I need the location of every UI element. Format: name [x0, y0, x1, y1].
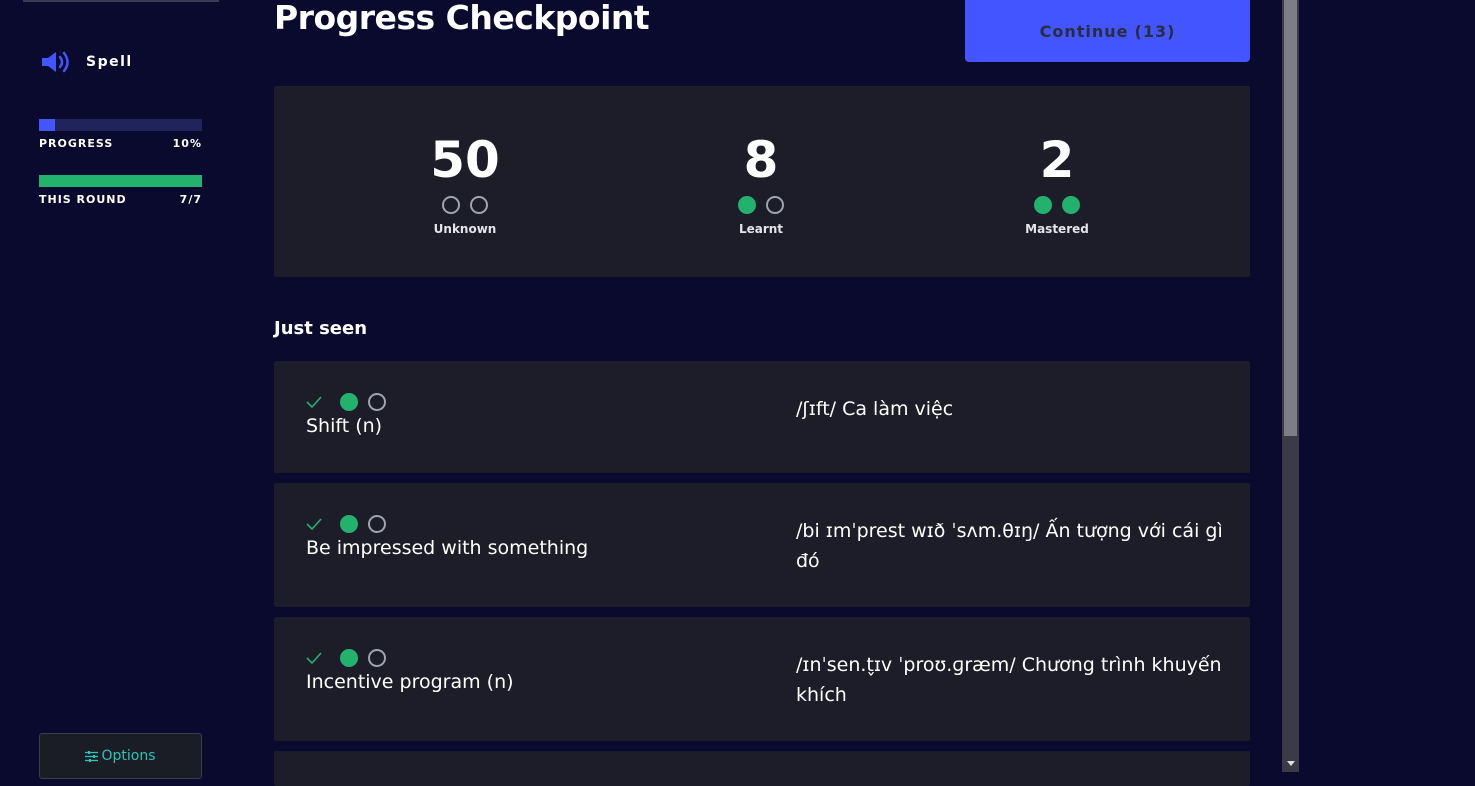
unknown-caption: Unknown — [433, 222, 497, 236]
sliders-icon — [85, 750, 99, 762]
mastery-dot-empty — [368, 393, 386, 411]
unknown-dots — [365, 196, 565, 214]
term-status — [306, 649, 386, 667]
progress-label: PROGRESS — [39, 137, 114, 150]
mode-label: Spell — [86, 54, 133, 70]
term-card-partial — [274, 751, 1250, 786]
mastery-dot-filled — [1034, 196, 1052, 214]
page-title: Progress Checkpoint — [274, 0, 650, 37]
scroll-down-arrow[interactable] — [1282, 755, 1299, 772]
round-bar-fill — [39, 175, 202, 187]
round-bar — [39, 175, 202, 187]
term-status — [306, 393, 386, 411]
mastery-dot-filled — [1062, 196, 1080, 214]
term-text: Incentive program (n) — [306, 671, 514, 693]
options-button[interactable]: Options — [39, 733, 202, 779]
mastery-dot-empty — [442, 196, 460, 214]
continue-count: (13) — [1134, 21, 1176, 41]
mastery-dot-empty — [368, 649, 386, 667]
progress-bar-fill — [39, 119, 56, 131]
sidebar-divider — [23, 0, 219, 2]
mastery-dot-empty — [766, 196, 784, 214]
check-icon — [306, 652, 322, 665]
unknown-count: 50 — [430, 131, 500, 189]
progress-bar — [39, 119, 202, 131]
mastered-count: 2 — [1039, 131, 1075, 189]
vertical-scrollbar[interactable] — [1282, 0, 1299, 772]
round-row: THIS ROUND 7/7 — [39, 193, 202, 206]
term-definition: /ɪnˈsen.t̬ɪv ˈproʊ.ɡræm/ Chương trình kh… — [796, 654, 1222, 706]
scrollbar-thumb[interactable] — [1284, 0, 1297, 436]
term-dots — [340, 649, 386, 667]
term-text: Be impressed with something — [306, 537, 589, 559]
sidebar: Spell PROGRESS 10% THIS ROUND 7/7 Option… — [0, 0, 240, 786]
learnt-count: 8 — [743, 131, 779, 189]
learnt-caption: Learnt — [738, 222, 784, 236]
check-icon — [306, 396, 322, 409]
mastery-dot-empty — [368, 515, 386, 533]
progress-summary: 50 Unknown 8 Learnt 2 Mastered — [274, 86, 1250, 277]
term-dots — [340, 393, 386, 411]
mastery-dot-filled — [340, 649, 358, 667]
mastered-dots — [957, 196, 1157, 214]
learnt-dots — [661, 196, 861, 214]
round-label: THIS ROUND — [39, 193, 127, 206]
mastery-dot-empty — [470, 196, 488, 214]
mastery-dot-filled — [340, 393, 358, 411]
term-definition: /bi ɪmˈprest wɪð ˈsʌm.θɪŋ/ Ấn tượng với … — [796, 520, 1223, 572]
section-heading: Just seen — [274, 318, 368, 339]
check-icon — [306, 518, 322, 531]
round-value: 7/7 — [179, 193, 202, 206]
term-card: Shift (n) /ʃɪft/ Ca làm việc — [274, 361, 1250, 473]
continue-label: Continue — [1039, 21, 1129, 41]
main-content: Progress Checkpoint Continue (13) 50 Unk… — [274, 0, 1250, 786]
speaker-icon[interactable] — [40, 50, 74, 74]
progress-value: 10% — [172, 137, 202, 150]
study-mode: Spell — [40, 50, 133, 74]
term-card: Be impressed with something /bi ɪmˈprest… — [274, 483, 1250, 607]
mastery-dot-filled — [340, 515, 358, 533]
progress-row: PROGRESS 10% — [39, 137, 202, 150]
mastery-dot-filled — [738, 196, 756, 214]
term-dots — [340, 515, 386, 533]
continue-button[interactable]: Continue (13) — [965, 0, 1250, 62]
term-status — [306, 515, 386, 533]
term-definition: /ʃɪft/ Ca làm việc — [796, 398, 954, 420]
term-text: Shift (n) — [306, 415, 383, 437]
caret-down-icon — [1286, 761, 1295, 766]
term-card: Incentive program (n) /ɪnˈsen.t̬ɪv ˈproʊ… — [274, 617, 1250, 741]
options-label: Options — [101, 748, 156, 764]
mastered-caption: Mastered — [1025, 222, 1089, 236]
